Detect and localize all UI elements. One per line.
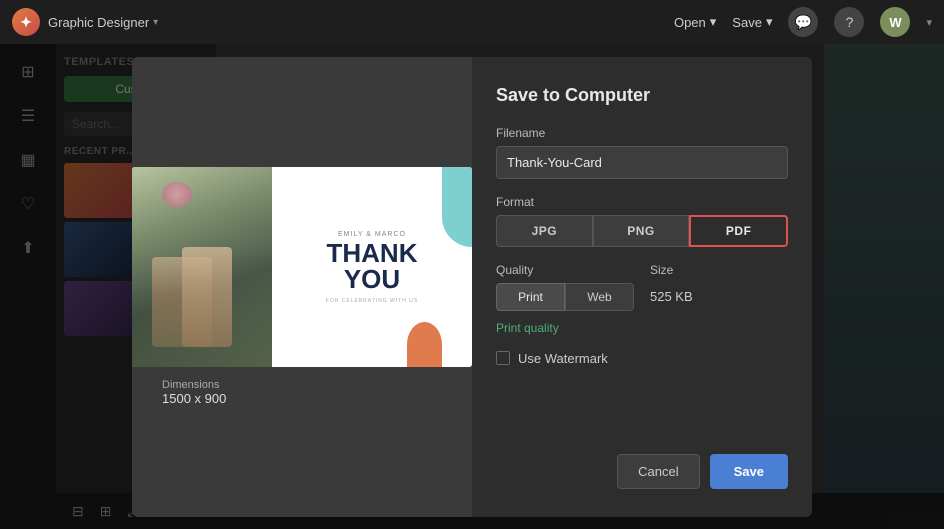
size-label: Size <box>650 263 788 277</box>
modal-form-panel: Save to Computer Filename Format JPG PNG… <box>472 57 812 517</box>
save-label: Save <box>732 15 762 30</box>
watermark-label: Use Watermark <box>518 351 608 366</box>
open-chevron: ▾ <box>710 14 717 30</box>
app-logo: ✦ <box>12 8 40 36</box>
card-subtitle: FOR CELEBRATING WITH US <box>326 298 418 304</box>
save-button[interactable]: Save ▾ <box>732 14 772 30</box>
save-chevron: ▾ <box>766 14 773 30</box>
chat-icon-button[interactable]: 💬 <box>788 7 818 37</box>
topbar-actions: Open ▾ Save ▾ 💬 ? W ▾ <box>674 7 932 37</box>
card-names: EMILY & MARCO <box>338 231 406 238</box>
format-label: Format <box>496 195 788 209</box>
filename-input[interactable] <box>496 146 788 179</box>
app-name-text: Graphic Designer <box>48 15 149 30</box>
format-png-button[interactable]: PNG <box>593 215 690 247</box>
help-icon-button[interactable]: ? <box>834 7 864 37</box>
card-photo <box>132 167 272 367</box>
topbar: ✦ Graphic Designer ▾ Open ▾ Save ▾ 💬 ? W… <box>0 0 944 44</box>
quality-column: Quality Print Web <box>496 263 634 311</box>
card-you-text: YOU <box>344 266 400 292</box>
card-thank-text: THANK <box>327 240 418 266</box>
cancel-button[interactable]: Cancel <box>617 454 699 489</box>
format-button-group: JPG PNG PDF <box>496 215 788 247</box>
cancel-label: Cancel <box>638 464 678 479</box>
save-to-computer-modal: EMILY & MARCO THANK YOU FOR CELEBRATING … <box>132 57 812 517</box>
watermark-row: Use Watermark <box>496 351 788 366</box>
quality-web-button[interactable]: Web <box>565 283 634 311</box>
print-quality-link-text: Print quality <box>496 321 559 335</box>
size-column: Size 525 KB <box>650 263 788 311</box>
card-decor-orange <box>407 322 442 367</box>
print-quality-link[interactable]: Print quality <box>496 321 788 335</box>
quality-print-button[interactable]: Print <box>496 283 565 311</box>
format-pdf-button[interactable]: PDF <box>689 215 788 247</box>
card-decor-teal <box>442 167 472 247</box>
app-name-chevron[interactable]: ▾ <box>153 17 158 28</box>
dimensions-value: 1500 x 900 <box>162 391 226 406</box>
save-button[interactable]: Save <box>710 454 788 489</box>
modal-backdrop: EMILY & MARCO THANK YOU FOR CELEBRATING … <box>0 44 944 529</box>
save-label: Save <box>734 464 764 479</box>
quality-label: Quality <box>496 263 634 277</box>
card-preview: EMILY & MARCO THANK YOU FOR CELEBRATING … <box>132 167 472 367</box>
modal-footer: Cancel Save <box>496 454 788 489</box>
modal-preview-panel: EMILY & MARCO THANK YOU FOR CELEBRATING … <box>132 57 472 517</box>
open-button[interactable]: Open ▾ <box>674 14 716 30</box>
filename-label: Filename <box>496 126 788 140</box>
app-name: Graphic Designer ▾ <box>48 15 158 30</box>
dimensions-label: Dimensions <box>162 379 219 391</box>
modal-title: Save to Computer <box>496 85 788 106</box>
avatar-chevron[interactable]: ▾ <box>926 16 932 29</box>
avatar-initials: W <box>889 15 901 30</box>
size-value: 525 KB <box>650 283 788 310</box>
open-label: Open <box>674 15 706 30</box>
quality-size-row: Quality Print Web Size 525 KB <box>496 263 788 311</box>
quality-button-group: Print Web <box>496 283 634 311</box>
card-text-content: EMILY & MARCO THANK YOU FOR CELEBRATING … <box>272 167 472 367</box>
avatar[interactable]: W <box>880 7 910 37</box>
format-jpg-button[interactable]: JPG <box>496 215 593 247</box>
watermark-checkbox[interactable] <box>496 351 510 365</box>
